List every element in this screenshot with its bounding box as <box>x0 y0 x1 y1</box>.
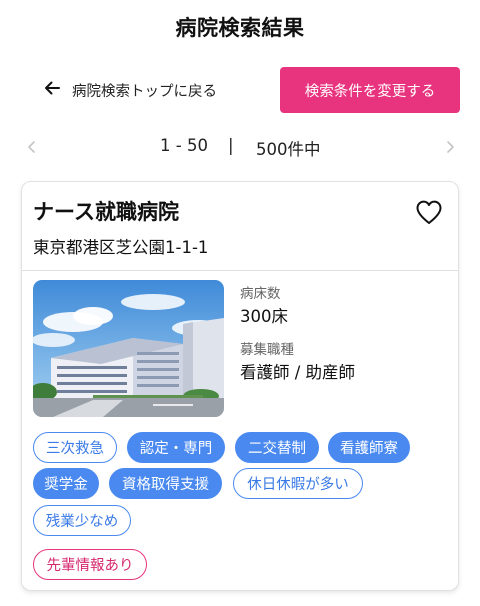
back-to-search-top-link[interactable]: 病院検索トップに戻る <box>42 76 217 104</box>
beds-label: 病床数 <box>240 286 281 302</box>
positions-label: 募集職種 <box>240 342 294 358</box>
tag-certification-support[interactable]: 資格取得支援 <box>109 468 222 499</box>
change-conditions-button[interactable]: 検索条件を変更する <box>280 67 460 113</box>
chevron-left-icon[interactable] <box>22 137 42 157</box>
pagination-separator: | <box>228 136 234 155</box>
hospital-result-card[interactable]: ナース就職病院 東京都港区芝公園1-1-1 病床数 300床 募集職種 看護師 … <box>21 181 459 591</box>
tag-little-overtime[interactable]: 残業少なめ <box>33 505 131 536</box>
beds-value: 300床 <box>240 307 288 326</box>
arrow-left-icon <box>42 78 62 102</box>
heart-outline-icon[interactable] <box>414 198 444 226</box>
back-link-label: 病院検索トップに戻る <box>72 83 217 100</box>
search-results-page: 病院検索結果 病院検索トップに戻る 検索条件を変更する 1 - 50 | 500… <box>0 0 480 606</box>
hospital-name: ナース就職病院 <box>33 200 179 224</box>
hospital-address: 東京都港区芝公園1-1-1 <box>33 238 209 257</box>
hospital-photo <box>33 280 224 417</box>
pagination-range: 1 - 50 <box>160 136 208 155</box>
card-divider <box>22 270 458 271</box>
page-title: 病院検索結果 <box>175 16 305 40</box>
tag-nurse-dormitory[interactable]: 看護師寮 <box>328 432 410 463</box>
tag-scholarship[interactable]: 奨学金 <box>33 468 99 499</box>
pagination: 1 - 50 | 500件中 <box>0 134 480 160</box>
positions-value: 看護師 / 助産師 <box>240 363 356 382</box>
tag-senior-info[interactable]: 先輩情報あり <box>33 549 147 580</box>
pagination-total: 500件中 <box>256 140 321 159</box>
tag-many-holidays[interactable]: 休日休暇が多い <box>233 468 363 499</box>
chevron-right-icon[interactable] <box>440 137 460 157</box>
tag-two-shift[interactable]: 二交替制 <box>235 432 319 463</box>
tag-tertiary-emergency[interactable]: 三次救急 <box>33 432 117 463</box>
tag-certified-specialist[interactable]: 認定・専門 <box>127 432 225 463</box>
